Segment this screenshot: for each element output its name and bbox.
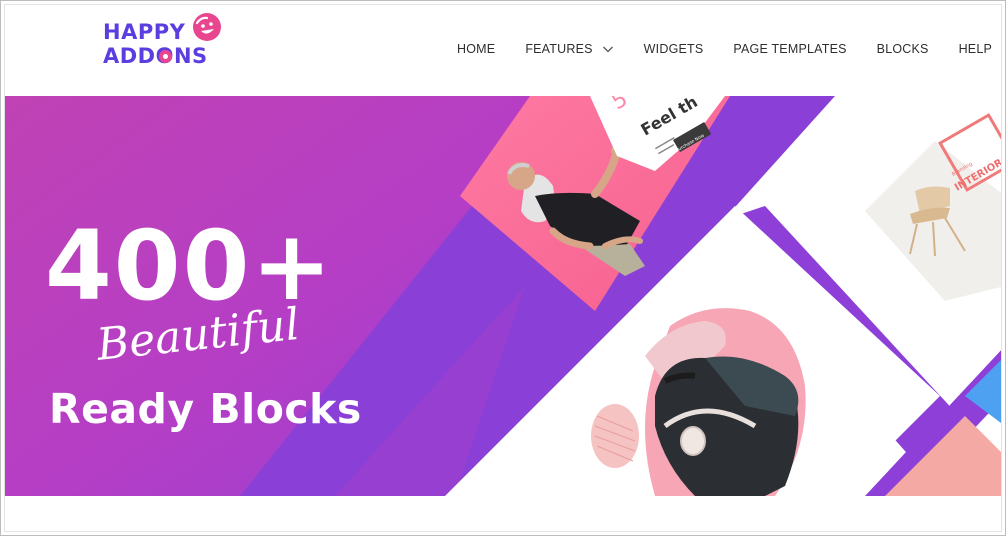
content-below-hero bbox=[5, 496, 1001, 531]
hero-banner[interactable]: 5 Feel th Purchase Now INTERIOR Branding bbox=[5, 96, 1001, 496]
logo-ring-icon bbox=[159, 50, 172, 63]
logo-face-icon bbox=[193, 13, 221, 41]
logo-text-addons: ADDONS bbox=[103, 44, 208, 68]
chevron-down-icon bbox=[602, 46, 613, 53]
woman-headphones-image bbox=[645, 308, 806, 496]
site-header: HAPPY ADDONS HOME FEATURES WIDGETS PAGE … bbox=[5, 5, 1002, 95]
nav-label: FEATURES bbox=[525, 42, 593, 56]
nav-label: HOME bbox=[457, 42, 496, 56]
nav-item-features[interactable]: FEATURES bbox=[525, 42, 613, 56]
nav-label: HELP bbox=[958, 42, 993, 56]
logo-text-happy: HAPPY bbox=[103, 20, 186, 44]
nav-label: BLOCKS bbox=[876, 42, 929, 56]
main-nav: HOME FEATURES WIDGETS PAGE TEMPLATES BLO… bbox=[457, 39, 1002, 59]
nav-label: WIDGETS bbox=[643, 42, 704, 56]
nav-item-help[interactable]: HELP bbox=[958, 42, 1002, 56]
chevron-down-icon bbox=[1001, 43, 1002, 55]
nav-item-blocks[interactable]: BLOCKS bbox=[877, 42, 929, 56]
happy-addons-logo[interactable]: HAPPY ADDONS bbox=[103, 11, 233, 71]
nav-label: PAGE TEMPLATES bbox=[733, 42, 847, 56]
hero-headline: Ready Blocks bbox=[49, 385, 362, 433]
page: HAPPY ADDONS HOME FEATURES WIDGETS PAGE … bbox=[4, 4, 1002, 532]
window-frame: HAPPY ADDONS HOME FEATURES WIDGETS PAGE … bbox=[0, 0, 1006, 536]
hero-text-block: 400+ Beautiful Ready Blocks bbox=[5, 96, 485, 496]
nav-item-widgets[interactable]: WIDGETS bbox=[644, 42, 704, 56]
nav-item-page-templates[interactable]: PAGE TEMPLATES bbox=[733, 42, 846, 56]
small-pink-oval bbox=[591, 404, 639, 468]
nav-item-home[interactable]: HOME bbox=[457, 42, 495, 56]
